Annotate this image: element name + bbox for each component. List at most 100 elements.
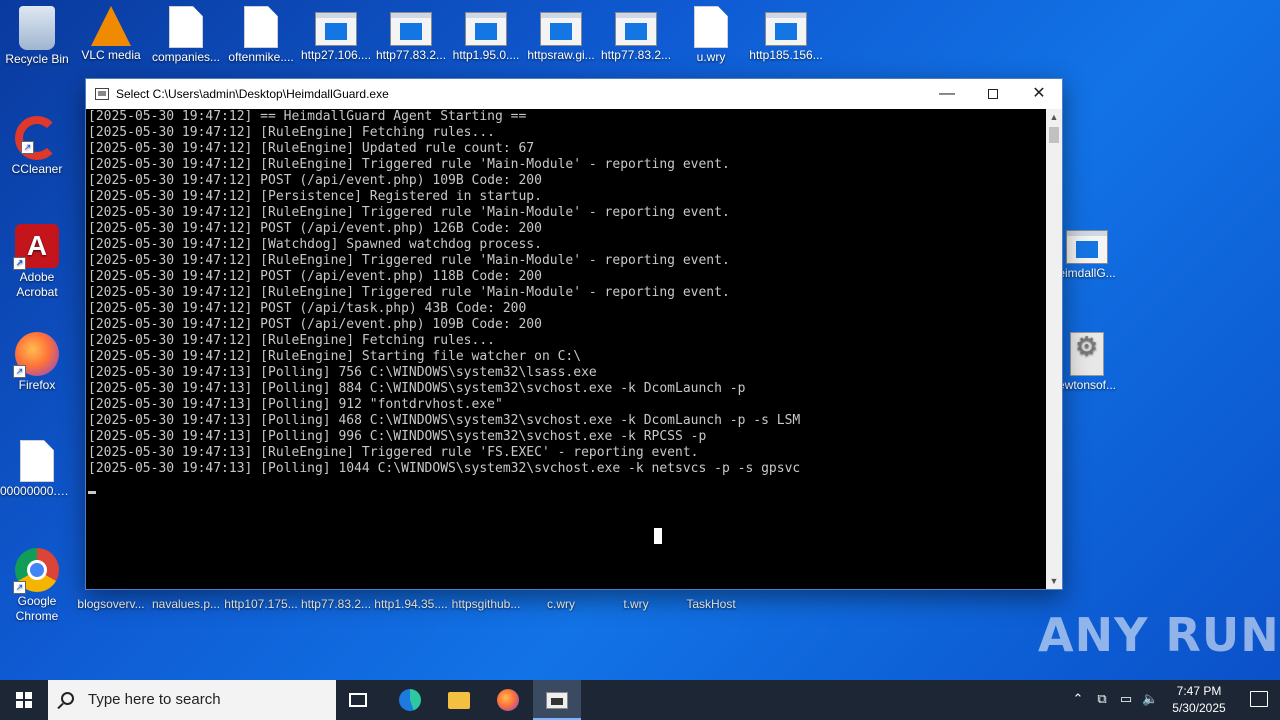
console-line: [2025-05-30 19:47:12] [Watchdog] Spawned…	[88, 237, 542, 252]
desktop-icon-adobe-acrobat[interactable]: A ↗ Adobe Acrobat	[0, 218, 74, 300]
desktop-icon-recycle-bin[interactable]: Recycle Bin	[0, 0, 74, 67]
desktop-icon-file[interactable]: u.wry	[674, 0, 748, 65]
desktop-icon-web-shortcut[interactable]: http27.106....	[299, 0, 373, 63]
desktop-icon-web-shortcut[interactable]: http185.156...	[749, 0, 823, 63]
desktop-icon-label: http77.83.2...	[300, 597, 372, 611]
desktop-icon-label: Google Chrome	[15, 594, 59, 623]
vertical-scrollbar[interactable]: ▲ ▼	[1046, 109, 1062, 589]
window-file-icon	[765, 12, 807, 46]
desktop-icon-file[interactable]: TaskHost	[674, 597, 748, 612]
vlc-cone-icon	[91, 6, 131, 46]
console-window[interactable]: Select C:\Users\admin\Desktop\HeimdallGu…	[85, 78, 1063, 590]
console-line: [2025-05-30 19:47:12] [RuleEngine] Updat…	[88, 141, 535, 156]
taskbar-file-explorer[interactable]	[435, 680, 483, 720]
desktop: Recycle Bin VLC media companies... often…	[0, 0, 1280, 680]
console-line: [2025-05-30 19:47:12] POST (/api/event.p…	[88, 221, 542, 236]
window-file-icon	[315, 12, 357, 46]
mouse-text-cursor	[654, 528, 662, 544]
chevron-up-icon[interactable]: ⌃	[1070, 691, 1086, 707]
search-placeholder: Type here to search	[88, 691, 221, 708]
desktop-icon-file[interactable]: blogsoverv...	[74, 597, 148, 612]
taskbar-firefox[interactable]	[484, 680, 532, 720]
desktop-icon-label: blogsoverv...	[77, 597, 145, 611]
desktop-icon-label: navalues.p...	[151, 597, 221, 611]
desktop-icon-label: u.wry	[696, 50, 726, 64]
desktop-icon-label: httpsraw.gi...	[527, 48, 595, 62]
desktop-icon-label: http27.106....	[300, 48, 372, 62]
console-line: [2025-05-30 19:47:12] POST (/api/event.p…	[88, 269, 542, 284]
desktop-icon-web-shortcut[interactable]: http77.83.2...	[599, 0, 673, 63]
console-line: [2025-05-30 19:47:13] [Polling] 756 C:\W…	[88, 365, 597, 380]
console-line: [2025-05-30 19:47:12] [RuleEngine] Fetch…	[88, 333, 495, 348]
desktop-icon-file[interactable]: httpsgithub...	[449, 597, 523, 612]
system-tray: ⌃ ⧉ ▭ 🔈 7:47 PM 5/30/2025	[1060, 680, 1280, 720]
notification-icon[interactable]	[1250, 691, 1268, 707]
console-line: [2025-05-30 19:47:12] == HeimdallGuard A…	[88, 109, 527, 124]
taskbar: Type here to search ⌃ ⧉ ▭ 🔈 7:47 PM 5/30…	[0, 680, 1280, 720]
desktop-icon-file[interactable]: 00000000.eky	[0, 434, 74, 499]
desktop-icon-label: http77.83.2...	[600, 48, 672, 62]
desktop-icon-web-shortcut[interactable]: http77.83.2...	[374, 0, 448, 63]
desktop-icon-label: CCleaner	[11, 162, 63, 176]
desktop-icon-label: companies...	[151, 50, 221, 64]
desktop-icon-vlc[interactable]: VLC media	[74, 0, 148, 63]
desktop-icon-label: 00000000.eky	[0, 484, 74, 498]
desktop-icon-label: Recycle Bin	[5, 52, 69, 66]
close-button[interactable]: ✕	[1016, 79, 1062, 109]
console-line: [2025-05-30 19:47:12] [RuleEngine] Trigg…	[88, 285, 730, 300]
console-line: [2025-05-30 19:47:12] [RuleEngine] Trigg…	[88, 157, 730, 172]
console-line: [2025-05-30 19:47:13] [RuleEngine] Trigg…	[88, 445, 699, 460]
desktop-icon-google-chrome[interactable]: ↗ Google Chrome	[0, 542, 74, 624]
ccleaner-icon: ↗	[15, 116, 59, 160]
start-button[interactable]	[0, 680, 48, 720]
window-titlebar[interactable]: Select C:\Users\admin\Desktop\HeimdallGu…	[86, 79, 1062, 109]
network-icon[interactable]: ▭	[1118, 691, 1134, 707]
shortcut-arrow-icon: ↗	[13, 257, 26, 270]
clock[interactable]: 7:47 PM 5/30/2025	[1164, 683, 1234, 717]
desktop-icon-file[interactable]: oftenmike....	[224, 0, 298, 65]
window-file-icon	[540, 12, 582, 46]
desktop-icon-label: c.wry	[547, 597, 575, 611]
minimize-button[interactable]: —	[924, 79, 970, 109]
desktop-icon-file[interactable]: companies...	[149, 0, 223, 65]
desktop-icon-file[interactable]: http77.83.2...	[299, 597, 373, 612]
desktop-icon-label: TaskHost	[686, 597, 736, 611]
edge-icon	[399, 689, 421, 711]
desktop-icon-file[interactable]: http1.94.35....	[374, 597, 448, 612]
task-view-button[interactable]	[336, 680, 384, 720]
window-file-icon	[1066, 230, 1108, 264]
volume-icon[interactable]: 🔈	[1142, 691, 1158, 707]
firefox-icon	[497, 689, 519, 711]
desktop-icon-label: httpsgithub...	[451, 597, 521, 611]
desktop-icon-label: oftenmike....	[228, 50, 294, 64]
taskbar-console-app[interactable]	[533, 680, 581, 720]
desktop-icon-web-shortcut[interactable]: http1.95.0....	[449, 0, 523, 63]
console-line: [2025-05-30 19:47:12] POST (/api/event.p…	[88, 173, 542, 188]
maximize-icon	[988, 88, 998, 99]
console-line: [2025-05-30 19:47:13] [Polling] 1044 C:\…	[88, 461, 801, 476]
desktop-icon-ccleaner[interactable]: ↗ CCleaner	[0, 110, 74, 177]
taskbar-edge[interactable]	[386, 680, 434, 720]
file-icon	[694, 6, 728, 48]
scrollbar-thumb[interactable]	[1049, 127, 1059, 143]
desktop-icon-file[interactable]: navalues.p...	[149, 597, 223, 612]
desktop-icon-file[interactable]: c.wry	[524, 597, 598, 612]
desktop-icon-web-shortcut[interactable]: httpsraw.gi...	[524, 0, 598, 63]
desktop-icon-label: http107.175...	[224, 597, 298, 611]
maximize-button[interactable]	[970, 79, 1016, 109]
desktop-icon-file[interactable]: t.wry	[599, 597, 673, 612]
desktop-icon-label: http1.95.0....	[452, 48, 520, 62]
device-icon[interactable]: ⧉	[1094, 691, 1110, 707]
firefox-icon: ↗	[13, 332, 59, 378]
scroll-down-icon[interactable]: ▼	[1046, 573, 1062, 589]
desktop-icon-file[interactable]: http107.175...	[224, 597, 298, 612]
desktop-icon-firefox[interactable]: ↗ Firefox	[0, 326, 74, 393]
window-file-icon	[465, 12, 507, 46]
recycle-bin-icon	[19, 6, 55, 50]
console-line: [2025-05-30 19:47:12] [Persistence] Regi…	[88, 189, 542, 204]
console-line: [2025-05-30 19:47:12] [RuleEngine] Trigg…	[88, 205, 730, 220]
console-output[interactable]: [2025-05-30 19:47:12] == HeimdallGuard A…	[86, 109, 1048, 589]
taskbar-search-box[interactable]: Type here to search	[48, 680, 336, 720]
scroll-up-icon[interactable]: ▲	[1046, 109, 1062, 125]
shortcut-arrow-icon: ↗	[13, 365, 26, 378]
